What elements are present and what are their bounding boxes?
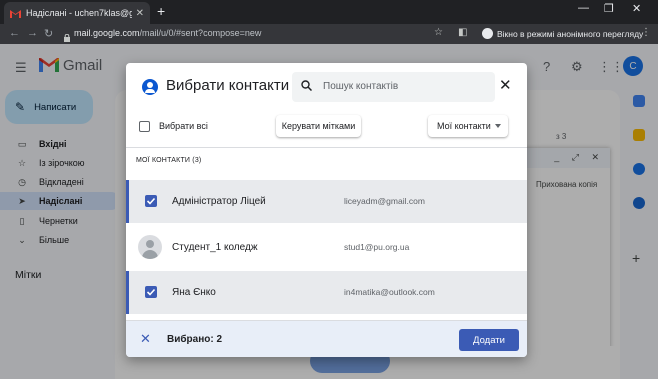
browser-menu-icon[interactable]: ⋮ xyxy=(641,27,651,38)
browser-tab-title: Надіслані - uchen7klas@gmail.c xyxy=(26,8,132,18)
side-panel-icon[interactable]: ◧ xyxy=(458,27,467,38)
minimize-icon[interactable]: — xyxy=(578,2,589,14)
browser-tab[interactable]: Надіслані - uchen7klas@gmail.c ✕ xyxy=(4,2,150,24)
forward-icon[interactable]: → xyxy=(27,27,38,39)
manage-labels-button[interactable]: Керувати мітками xyxy=(276,115,361,137)
contact-search-input[interactable]: Пошук контактів xyxy=(292,72,495,102)
contact-email: in4matika@outlook.com xyxy=(344,287,435,297)
section-header: МОЇ КОНТАКТИ (3) xyxy=(136,157,202,164)
contact-row[interactable]: Яна Єнко in4matika@outlook.com xyxy=(126,271,527,314)
contact-group-dropdown[interactable]: Мої контакти xyxy=(428,115,508,137)
contact-checkbox-checked[interactable] xyxy=(145,286,157,298)
bookmark-star-icon[interactable]: ☆ xyxy=(434,27,443,38)
contact-checkbox-checked[interactable] xyxy=(145,195,157,207)
select-contacts-dialog: Вибрати контакти Пошук контактів ✕ Вибра… xyxy=(126,63,527,357)
divider xyxy=(126,147,527,148)
lock-icon[interactable] xyxy=(64,29,70,42)
contacts-person-icon xyxy=(142,79,158,95)
maximize-icon[interactable]: ❐ xyxy=(604,2,614,15)
select-all-checkbox[interactable] xyxy=(139,121,150,132)
incognito-icon xyxy=(482,28,493,39)
contact-avatar-icon[interactable] xyxy=(138,235,162,259)
clear-selection-icon[interactable]: ✕ xyxy=(140,331,151,347)
new-tab-button[interactable]: + xyxy=(157,3,165,19)
dialog-close-icon[interactable]: ✕ xyxy=(499,76,512,94)
contact-email: stud1@pu.org.ua xyxy=(344,242,410,252)
browser-tab-bar: Надіслані - uchen7klas@gmail.c ✕ + — ❐ ✕ xyxy=(0,0,658,24)
contact-name: Студент_1 коледж xyxy=(172,242,258,253)
back-icon[interactable]: ← xyxy=(9,27,20,39)
tab-close-icon[interactable]: ✕ xyxy=(136,8,144,19)
select-all-label[interactable]: Вибрати всі xyxy=(159,121,208,131)
selected-count: Вибрано: 2 xyxy=(167,334,223,345)
contact-group-dropdown-label: Мої контакти xyxy=(437,121,491,131)
dropdown-caret-icon xyxy=(495,124,501,128)
search-placeholder: Пошук контактів xyxy=(323,81,399,92)
contact-row[interactable]: Студент_1 коледж stud1@pu.org.ua xyxy=(126,226,527,269)
dialog-title: Вибрати контакти xyxy=(166,77,290,94)
address-bar[interactable]: mail.google.com/mail/u/0/#sent?compose=n… xyxy=(74,28,261,38)
contact-name: Адміністратор Ліцей xyxy=(172,196,266,207)
contact-row[interactable]: Адміністратор Ліцей liceyadm@gmail.com xyxy=(126,180,527,223)
gmail-favicon-icon xyxy=(10,9,21,18)
selection-footer: ✕ Вибрано: 2 Додати xyxy=(126,320,527,357)
contact-email: liceyadm@gmail.com xyxy=(344,196,425,206)
contact-name: Яна Єнко xyxy=(172,287,216,298)
reload-icon[interactable]: ↻ xyxy=(44,27,53,40)
search-icon xyxy=(301,80,313,94)
incognito-label[interactable]: Вікно в режимі анонімного перегляду xyxy=(497,29,643,39)
window-close-icon[interactable]: ✕ xyxy=(632,2,641,15)
browser-toolbar: ← → ↻ mail.google.com/mail/u/0/#sent?com… xyxy=(0,24,658,44)
add-button[interactable]: Додати xyxy=(459,329,519,351)
